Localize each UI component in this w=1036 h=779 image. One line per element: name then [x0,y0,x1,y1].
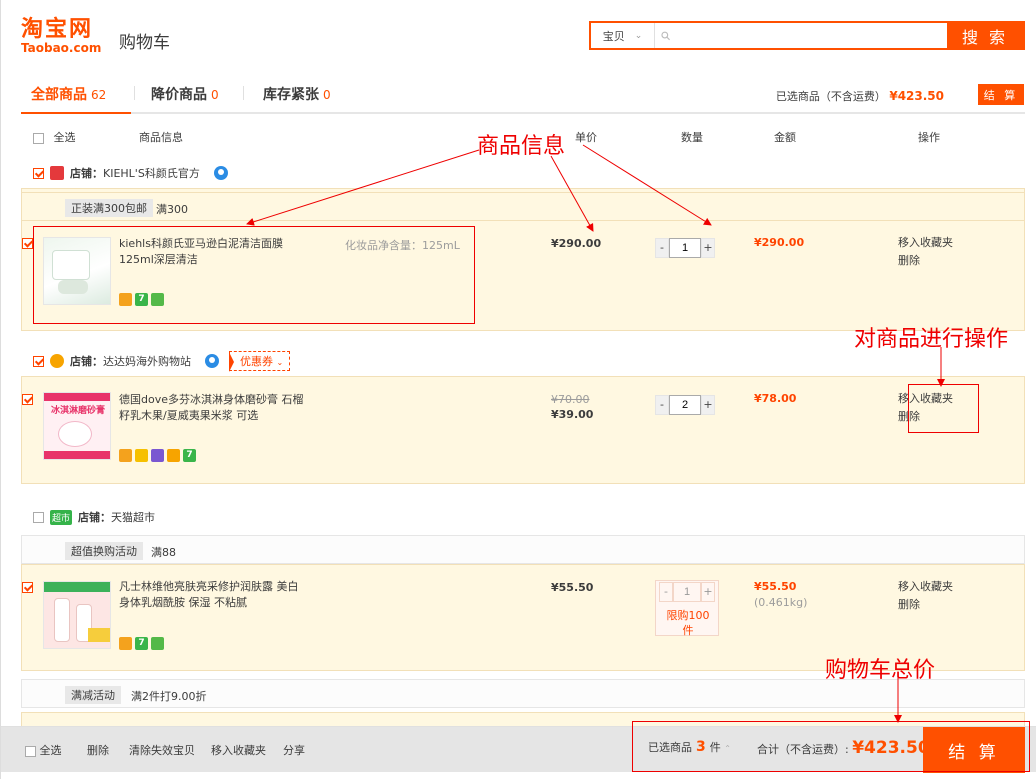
cart-page: 淘宝网 Taobao.com 购物车 宝贝 ⌄ 搜 索 全部商品 62 降价商品 0… [0,0,1036,779]
arrow-to-price [550,155,594,232]
annotation-arrows [246,144,945,723]
arrow-to-qty [582,144,712,226]
arrow-to-item-info [246,149,480,226]
